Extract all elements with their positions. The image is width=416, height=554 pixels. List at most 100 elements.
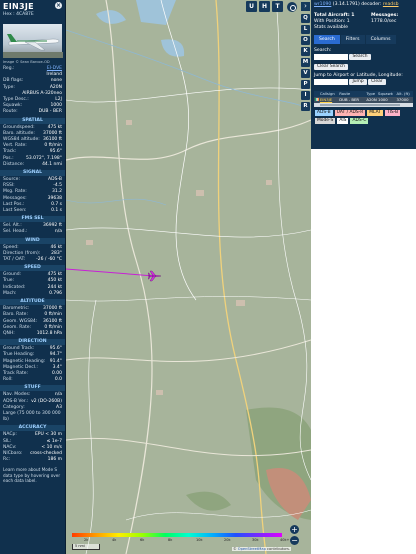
scale-bar: 5 nmi <box>72 544 100 550</box>
aircraft-icon[interactable] <box>148 270 162 282</box>
altitude-tick: 6k <box>140 538 145 542</box>
clear-search-button[interactable]: Clear Search <box>314 63 348 70</box>
source-legend: ADS-B UAT / ADS-R MLAT TIS-B Mode-S AIS ADS-C <box>314 107 413 127</box>
info-header: EIN3JE Hex : 4CA87E × <box>0 0 65 22</box>
version-link[interactable]: wr1090 <box>314 2 331 7</box>
legend-uat-ads-r[interactable]: UAT / ADS-R <box>334 109 366 116</box>
detail-row: QNH: 1012.8 hPa <box>3 331 62 337</box>
messages-rate: 1778.0/sec <box>371 19 397 24</box>
section-header-fms-sel: FMS SEL <box>0 216 65 223</box>
attribution-prefix: © <box>233 547 237 551</box>
v-button[interactable]: V <box>301 69 310 78</box>
close-icon[interactable]: × <box>55 2 62 9</box>
stats-available[interactable]: Stats available <box>314 25 354 31</box>
detail-row: Sel. Head.: n/a <box>3 229 62 235</box>
detail-key: Sel. Head.: <box>3 229 28 235</box>
detail-value: 186 m <box>47 457 62 463</box>
section-header-stuff: STUFF <box>0 385 65 392</box>
sidebar-header: wr1090 (3.14.1791) decoder: readsb Total… <box>311 0 416 149</box>
detail-row: Distance: 44.1 nmi <box>3 162 62 168</box>
aircraft-table: Callsign Route Type Squawk Alt. (ft) EIN… <box>314 90 413 127</box>
section-header-altitude: ALTITUDE <box>0 299 65 306</box>
tab-columns[interactable]: Columns <box>365 35 396 44</box>
o-button[interactable]: O <box>301 36 310 45</box>
tab-search[interactable]: Search <box>314 35 340 44</box>
r-button[interactable]: R <box>301 102 310 111</box>
aircraft-info-panel: EIN3JE Hex : 4CA87E × Image © Sean Barco… <box>0 0 66 554</box>
footer-help-text: Learn more about Mode S data type by hov… <box>3 467 61 484</box>
detail-key: Last Seen: <box>3 208 27 214</box>
airplane-photo-icon <box>3 34 63 58</box>
jump-input[interactable] <box>314 79 348 85</box>
table-scrollbar[interactable] <box>314 102 413 107</box>
detail-key: Rc: <box>3 457 11 463</box>
detail-key: Reg.: <box>3 66 15 71</box>
photo-credit: Image © Sean Barcoe-OD <box>3 60 50 64</box>
legend-ads-c[interactable]: ADS-C <box>350 117 369 124</box>
section-header-signal: SIGNAL <box>0 170 65 177</box>
detail-row: Last Seen: 0.1 s <box>3 208 62 214</box>
altitude-tick: 2k <box>84 538 89 542</box>
hex-code: Hex : 4CA87E <box>3 12 34 17</box>
altitude-tick: 30k <box>252 538 259 542</box>
legend-tis-b[interactable]: TIS-B <box>384 109 401 116</box>
legend-mode-s[interactable]: Mode-S <box>315 117 336 124</box>
zoom-out-button[interactable]: − <box>290 536 299 545</box>
clear-button[interactable]: Clear <box>368 79 386 85</box>
detail-key: Type: <box>3 84 15 90</box>
q-button[interactable]: Q <box>301 14 310 23</box>
aircraft-photo[interactable]: Image © Sean Barcoe-OD <box>3 24 63 64</box>
detail-row: Roll: 0.0 <box>3 377 62 383</box>
jump-button[interactable]: Jump <box>349 79 367 85</box>
detail-value: 0.1 s <box>51 208 62 214</box>
search-button[interactable]: Search <box>349 54 371 60</box>
detail-key: Route: <box>3 109 18 115</box>
decoder-link[interactable]: readsb <box>383 2 399 7</box>
t-button[interactable]: T <box>272 1 283 12</box>
detail-row: Large (75 000 to 300 000 lb) <box>3 411 62 423</box>
detail-key: Distance: <box>3 161 25 167</box>
section-header-accuracy: ACCURACY <box>0 425 65 432</box>
legend-ais[interactable]: AIS <box>337 117 349 124</box>
tab-filters[interactable]: Filters <box>340 35 365 44</box>
detail-value: n/a <box>54 229 62 235</box>
detail-key: Mach: <box>3 290 17 296</box>
settings-circle-button[interactable] <box>287 2 297 12</box>
u-button[interactable]: U <box>246 1 257 12</box>
collapse-sidebar-icon[interactable]: › <box>301 2 310 11</box>
osm-link[interactable]: OpenStreetMap <box>238 547 266 551</box>
section-header-speed: SPEED <box>0 265 65 272</box>
altitude-tick: 40k+ <box>280 538 290 542</box>
section-header-spatial: SPATIAL <box>0 117 65 124</box>
altitude-tick: 8k <box>168 538 173 542</box>
search-input[interactable] <box>314 54 348 60</box>
aircraft-details: Reg.: EI-DVE Ireland DB flags: none Type: A20N… <box>0 58 65 463</box>
sidebar: wr1090 (3.14.1791) decoder: readsb Total… <box>311 0 416 554</box>
h-button[interactable]: H <box>259 1 270 12</box>
detail-value: 0.0 <box>54 377 62 383</box>
callsign: EIN3JE <box>3 2 34 11</box>
flight-track <box>66 268 155 277</box>
detail-row: Mach: 0.796 <box>3 291 62 297</box>
detail-value: -26 / -60 °C <box>36 257 62 263</box>
i-button[interactable]: I <box>301 91 310 100</box>
detail-key: TAT / OAT: <box>3 257 26 263</box>
detail-value: 44.1 nmi <box>42 161 62 167</box>
map-toggle-buttons: U H T <box>246 1 283 12</box>
zoom-in-button[interactable]: + <box>290 525 299 534</box>
m-button[interactable]: M <box>301 58 310 67</box>
stats-row: Total Aircraft: 1 With Position: 1 Stats… <box>314 13 413 31</box>
k-button[interactable]: K <box>301 47 310 56</box>
detail-value: 0.796 <box>49 290 62 296</box>
altitude-color-legend <box>72 533 282 537</box>
altitude-tick: 4k <box>112 538 117 542</box>
legend-mlat[interactable]: MLAT <box>367 109 383 116</box>
l-button[interactable]: L <box>301 25 310 34</box>
section-header-direction: DIRECTION <box>0 339 65 346</box>
section-header-wind: WIND <box>0 237 65 244</box>
detail-value: 1012.8 hPa <box>36 330 62 336</box>
map-attribution: © OpenStreetMap contributors. <box>232 547 292 551</box>
p-button[interactable]: P <box>301 80 310 89</box>
map-view[interactable] <box>66 0 311 554</box>
legend-ads-b[interactable]: ADS-B <box>315 109 333 116</box>
